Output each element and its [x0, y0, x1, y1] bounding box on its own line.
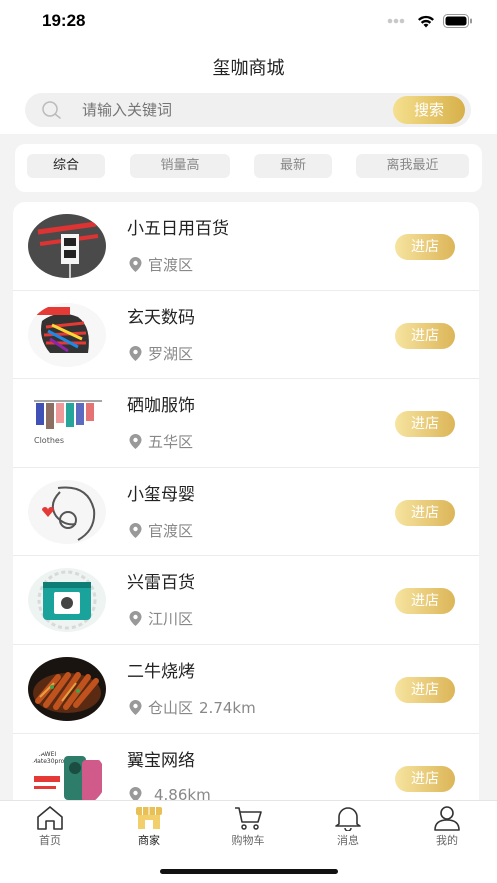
filter-tab-comprehensive[interactable]: 综合 — [27, 154, 105, 178]
search-bar: 搜索 — [25, 93, 471, 127]
bbq-skewers-icon — [28, 657, 106, 721]
status-icons — [387, 14, 473, 28]
status-time: 19:28 — [42, 11, 86, 30]
grocery-sign-icon — [28, 214, 106, 278]
enter-store-button[interactable]: 进店 — [395, 411, 455, 438]
status-bar: 19:28 — [0, 0, 497, 44]
store-name: 硒咖服饰 — [127, 396, 195, 417]
tab-home[interactable]: 首页 — [20, 805, 80, 848]
wifi-icon — [418, 15, 434, 27]
store-row[interactable]: 玄天数码 罗湖区 进店 — [13, 291, 479, 380]
store-location: 官渡区 — [129, 254, 199, 275]
signal-icon — [387, 18, 405, 24]
store-row[interactable]: Clothes 硒咖服饰 五华区 进店 — [13, 379, 479, 468]
enter-store-button[interactable]: 进店 — [395, 765, 455, 792]
clothes-rack-icon: Clothes — [28, 391, 106, 456]
bell-icon — [335, 807, 361, 831]
store-name: 小五日用百货 — [127, 219, 229, 239]
store-row[interactable]: 兴雷百货 江川区 进店 — [13, 556, 479, 645]
search-button[interactable]: 搜索 — [393, 96, 465, 124]
enter-store-button[interactable]: 进店 — [395, 322, 455, 349]
washing-machine-icon — [28, 568, 106, 633]
store-location: 官渡区 — [129, 520, 199, 541]
filter-tab-newest[interactable]: 最新 — [254, 154, 332, 178]
filter-bar: 综合 销量高 最新 离我最近 — [15, 144, 482, 192]
location-pin-icon — [129, 257, 142, 272]
home-icon — [37, 806, 63, 830]
store-location: 江川区 — [129, 608, 199, 629]
tab-shop[interactable]: 商家 — [119, 805, 179, 848]
mother-baby-icon — [28, 479, 106, 544]
store-list: 小五日用百货 官渡区 进店 玄天数码 罗湖区 进店 Clothes 硒咖服饰 五… — [13, 202, 479, 812]
store-name: 翼宝网络 — [127, 750, 195, 771]
thumb-caption: Clothes — [34, 436, 64, 446]
search-input[interactable] — [82, 93, 382, 127]
location-pin-icon — [129, 700, 142, 715]
store-location: 五华区 — [129, 431, 199, 452]
store-location: 罗湖区 — [129, 343, 199, 364]
store-district: 江川区 — [148, 610, 194, 629]
battery-icon — [443, 14, 472, 28]
store-distance: 2.74km — [199, 698, 256, 717]
enter-store-button[interactable]: 进店 — [395, 588, 455, 615]
store-row[interactable]: 小五日用百货 官渡区 进店 — [13, 202, 479, 291]
tab-cart[interactable]: 购物车 — [218, 805, 278, 848]
page-title: 玺咖商城 — [212, 58, 285, 79]
enter-store-button[interactable]: 进店 — [395, 499, 455, 526]
tab-messages[interactable]: 消息 — [318, 805, 378, 848]
enter-store-button[interactable]: 进店 — [395, 677, 455, 703]
filter-tab-sales[interactable]: 销量高 — [130, 154, 230, 178]
store-district: 官渡区 — [148, 521, 194, 540]
store-district: 五华区 — [148, 433, 194, 452]
thumb-caption: HUAWEI Mate30pro — [32, 750, 65, 765]
store-name: 兴雷百货 — [127, 573, 195, 594]
tab-profile[interactable]: 我的 — [417, 805, 477, 848]
store-district: 仓山区 — [148, 699, 194, 717]
home-indicator — [160, 869, 338, 874]
enter-store-button[interactable]: 进店 — [395, 234, 455, 260]
store-row[interactable]: 二牛烧烤 仓山区 2.74km 进店 — [13, 645, 479, 734]
user-icon — [434, 806, 460, 831]
store-name: 小玺母婴 — [127, 484, 195, 505]
location-pin-icon — [129, 611, 142, 627]
store-district: 罗湖区 — [148, 344, 194, 363]
zebra-logo-icon — [28, 302, 106, 367]
cart-icon — [235, 807, 262, 830]
filter-tab-nearest[interactable]: 离我最近 — [356, 154, 469, 178]
store-name: 二牛烧烤 — [127, 662, 195, 682]
store-district: 官渡区 — [148, 256, 194, 274]
store-row[interactable]: 小玺母婴 官渡区 进店 — [13, 468, 479, 557]
store-name: 玄天数码 — [127, 307, 195, 328]
location-pin-icon — [129, 522, 142, 538]
shop-icon — [136, 807, 162, 829]
search-icon — [42, 101, 61, 119]
location-pin-icon — [129, 434, 142, 450]
location-pin-icon — [129, 345, 142, 361]
store-location: 仓山区 2.74km — [129, 697, 256, 718]
